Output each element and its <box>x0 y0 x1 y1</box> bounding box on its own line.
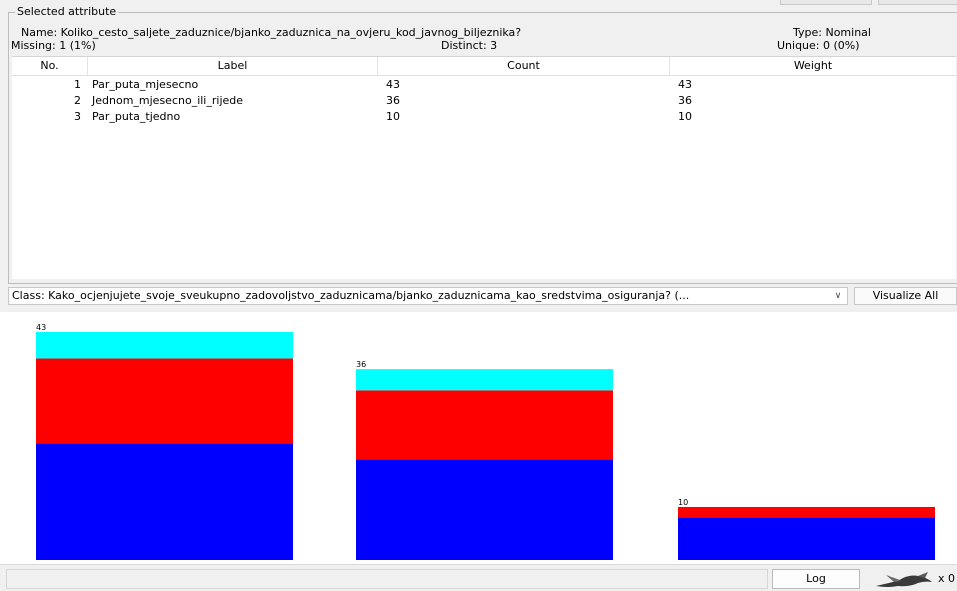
cell-weight: 43 <box>678 78 692 91</box>
bar-segment-2-2 <box>356 390 613 460</box>
class-bar: Class: Kako_ocjenjujete_svoje_sveukupno_… <box>8 287 957 307</box>
bar-segment-1-1 <box>36 443 293 560</box>
bar-segment-1-3 <box>36 332 293 359</box>
class-distribution-chart: 43 36 10 <box>0 312 957 564</box>
cell-no: 2 <box>74 94 81 107</box>
bar-total-label: 43 <box>36 323 46 332</box>
attribute-type: Type: Nominal <box>793 26 871 39</box>
header-label[interactable]: Label <box>88 57 378 75</box>
status-message <box>6 569 768 589</box>
bar-segment-3-1 <box>678 517 935 560</box>
status-bar: Log x 0 <box>0 564 957 591</box>
bar-total-label: 36 <box>356 360 366 369</box>
visualize-all-button[interactable]: Visualize All <box>854 287 957 305</box>
header-weight[interactable]: Weight <box>670 57 956 75</box>
table-row[interactable]: 1 Par_puta_mjesecno 43 43 <box>12 77 956 93</box>
cell-label: Par_puta_mjesecno <box>92 78 199 91</box>
chevron-down-icon[interactable]: ∨ <box>829 288 847 304</box>
table-row[interactable]: 3 Par_puta_tjedno 10 10 <box>12 109 956 125</box>
attribute-missing: Missing: 1 (1%) <box>11 39 96 52</box>
class-select[interactable]: Class: Kako_ocjenjujete_svoje_sveukupno_… <box>8 287 848 305</box>
bar-total-label: 10 <box>678 498 688 507</box>
attribute-unique: Unique: 0 (0%) <box>777 39 860 52</box>
top-tab-1[interactable] <box>780 0 872 5</box>
bar-segment-2-3 <box>356 369 613 391</box>
cell-count: 10 <box>386 110 400 123</box>
table-header: No. Label Count Weight <box>12 57 956 76</box>
cell-count: 36 <box>386 94 400 107</box>
cell-no: 1 <box>74 78 81 91</box>
cell-count: 43 <box>386 78 400 91</box>
cell-weight: 10 <box>678 110 692 123</box>
attribute-values-table: No. Label Count Weight 1 Par_puta_mjesec… <box>12 56 956 279</box>
log-button[interactable]: Log <box>772 569 860 589</box>
header-count[interactable]: Count <box>378 57 670 75</box>
cell-label: Par_puta_tjedno <box>92 110 181 123</box>
top-toolbar-edge <box>0 0 957 6</box>
panel-title: Selected attribute <box>15 5 119 18</box>
bar-segment-1-2 <box>36 358 293 444</box>
status-count: x 0 <box>938 572 956 585</box>
header-no[interactable]: No. <box>12 57 88 75</box>
cell-weight: 36 <box>678 94 692 107</box>
class-select-value: Class: Kako_ocjenjujete_svoje_sveukupno_… <box>12 289 690 302</box>
bar-segment-2-1 <box>356 459 613 560</box>
chart-svg: 43 36 10 <box>36 323 935 560</box>
table-row[interactable]: 2 Jednom_mjesecno_ili_rijede 36 36 <box>12 93 956 109</box>
top-tab-2[interactable] <box>878 0 957 5</box>
attribute-distinct: Distinct: 3 <box>441 39 498 52</box>
bar-segment-3-2 <box>678 506 935 518</box>
cell-label: Jednom_mjesecno_ili_rijede <box>92 94 244 107</box>
weka-bird-icon[interactable] <box>874 571 936 589</box>
attribute-name: Name: Koliko_cesto_saljete_zaduznice/bja… <box>21 26 522 39</box>
cell-no: 3 <box>74 110 81 123</box>
